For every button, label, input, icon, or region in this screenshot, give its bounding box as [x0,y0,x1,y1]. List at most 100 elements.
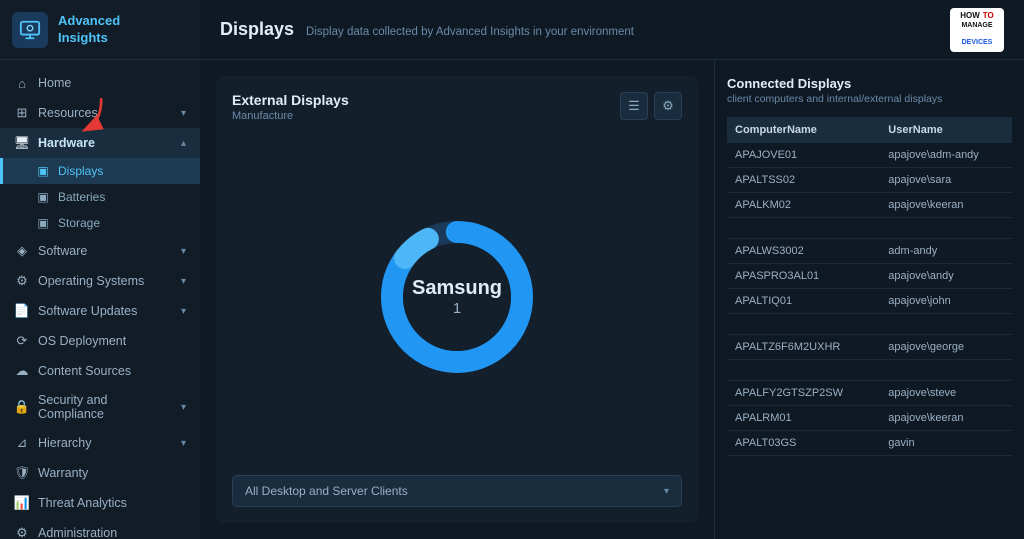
page-title: Displays [220,19,294,40]
sw-updates-icon: 📄 [14,303,30,319]
table-row: APASPRO3AL01apajove\andy [727,264,1012,289]
computer-name-cell: APAJOVE01 [727,143,880,168]
badge-manage: MANAGE [961,22,992,29]
sidebar-item-hardware[interactable]: 🖥 Hardware ▴ [0,128,200,158]
card-title: External Displays [232,92,349,108]
sidebar: Advanced Insights ⌂ Home ⊞ Resources ▾ 🖥… [0,0,200,539]
topbar-right: HOW TO MANAGE DEVICES [950,8,1004,52]
resources-icon: ⊞ [14,105,30,121]
sidebar-item-label: Home [38,76,71,90]
list-icon: ☰ [628,98,640,114]
user-name-cell: apajove\george [880,335,1012,360]
user-name-cell: apajove\adm-andy [880,143,1012,168]
external-displays-card: External Displays Manufacture ☰ ⚙ [216,76,698,523]
col-computer-name: ComputerName [727,117,880,143]
connected-displays-table-container[interactable]: ComputerName UserName APAJOVE01apajove\a… [727,117,1012,523]
sidebar-item-storage[interactable]: ▣ Storage [0,210,200,236]
topbar: Displays Display data collected by Advan… [200,0,1024,60]
col-user-name: UserName [880,117,1012,143]
storage-icon: ▣ [36,216,50,230]
user-name-cell: gavin [880,431,1012,456]
user-name-cell: apajove\keeran [880,406,1012,431]
content-icon: ☁ [14,363,30,379]
content-area: External Displays Manufacture ☰ ⚙ [200,60,1024,539]
settings-button[interactable]: ⚙ [654,92,682,120]
sidebar-item-operating-systems[interactable]: ⚙ Operating Systems ▾ [0,266,200,296]
page-subtitle: Display data collected by Advanced Insig… [306,26,634,38]
badge-devices: DEVICES [962,39,993,46]
chevron-down-icon: ▾ [181,438,186,449]
sidebar-item-resources[interactable]: ⊞ Resources ▾ [0,98,200,128]
client-filter-dropdown[interactable]: All Desktop and Server Clients ▾ [232,475,682,507]
table-row: APALWS3002adm-andy [727,239,1012,264]
batteries-icon: ▣ [36,190,50,204]
table-row: APAJOVE01apajove\adm-andy [727,143,1012,168]
sidebar-item-label: Content Sources [38,364,131,378]
card-actions: ☰ ⚙ [620,92,682,120]
sidebar-item-label: Resources [38,106,98,120]
badge-to: TO [983,11,994,20]
topbar-left: Displays Display data collected by Advan… [220,19,634,40]
sidebar-item-warranty[interactable]: 🛡 Warranty [0,458,200,488]
donut-brand: Samsung [412,277,502,300]
computer-name-cell: APALFY2GTSZP2SW [727,381,880,406]
connected-displays-table: ComputerName UserName APAJOVE01apajove\a… [727,117,1012,456]
table-row: APALFY2GTSZP2SWapajove\steve [727,381,1012,406]
chevron-down-icon: ▾ [181,246,186,257]
sidebar-item-label: Hierarchy [38,436,92,450]
admin-icon: ⚙ [14,525,30,539]
sidebar-item-home[interactable]: ⌂ Home [0,68,200,98]
sidebar-item-content-sources[interactable]: ☁ Content Sources [0,356,200,386]
dropdown-arrow-icon: ▾ [664,486,669,497]
sidebar-item-security[interactable]: 🔒 Security and Compliance ▾ [0,386,200,428]
sidebar-item-administration[interactable]: ⚙ Administration [0,518,200,539]
app-logo-icon [12,12,48,48]
sidebar-item-hierarchy[interactable]: ⊿ Hierarchy ▾ [0,428,200,458]
sidebar-item-label: OS Deployment [38,334,126,348]
sidebar-item-os-deployment[interactable]: ⟳ OS Deployment [0,326,200,356]
table-row: APALRM01apajove\keeran [727,406,1012,431]
user-name-cell: apajove\andy [880,264,1012,289]
chevron-down-icon: ▾ [181,306,186,317]
table-row: APALTZ6F6M2UXHRapajove\george [727,335,1012,360]
sidebar-nav: ⌂ Home ⊞ Resources ▾ 🖥 Hardware ▴ ▣ Disp… [0,60,200,539]
table-row: APALTSS02apajove\sara [727,168,1012,193]
computer-name-cell: APALT03GS [727,431,880,456]
sidebar-item-batteries[interactable]: ▣ Batteries [0,184,200,210]
sidebar-item-label: Security and Compliance [38,393,173,421]
dropdown-label: All Desktop and Server Clients [245,484,408,498]
chart-area: Samsung 1 [232,126,682,467]
computer-name-cell: APALWS3002 [727,239,880,264]
computer-name-cell: APALTIQ01 [727,289,880,314]
user-name-cell: apajove\keeran [880,193,1012,218]
computer-name-cell: APALTSS02 [727,168,880,193]
main-content: Displays Display data collected by Advan… [200,0,1024,539]
sidebar-item-software-updates[interactable]: 📄 Software Updates ▾ [0,296,200,326]
table-row: APALTIQ01apajove\john [727,289,1012,314]
sidebar-item-label: Warranty [38,466,88,480]
computer-name-cell: APASPRO3AL01 [727,264,880,289]
sidebar-item-label: Displays [58,164,103,178]
donut-chart: Samsung 1 [367,207,547,387]
chevron-up-icon: ▴ [181,138,186,149]
computer-name-cell: APALTZ6F6M2UXHR [727,335,880,360]
chevron-down-icon: ▾ [181,108,186,119]
sidebar-item-label: Software [38,244,87,258]
sidebar-item-displays[interactable]: ▣ Displays [0,158,200,184]
sidebar-item-threat-analytics[interactable]: 📊 Threat Analytics [0,488,200,518]
sidebar-item-label: Administration [38,526,117,539]
sidebar-item-software[interactable]: ◈ Software ▾ [0,236,200,266]
connected-displays-title: Connected Displays [727,76,1012,91]
user-name-cell: adm-andy [880,239,1012,264]
gear-icon: ⚙ [662,98,674,114]
user-name-cell: apajove\sara [880,168,1012,193]
chevron-down-icon: ▾ [181,402,186,413]
list-view-button[interactable]: ☰ [620,92,648,120]
sidebar-item-label: Hardware [38,136,95,150]
howto-badge: HOW TO MANAGE DEVICES [950,8,1004,52]
connected-displays-subtitle: client computers and internal/external d… [727,93,1012,105]
software-icon: ◈ [14,243,30,259]
right-panel: Connected Displays client computers and … [714,60,1024,539]
os-deploy-icon: ⟳ [14,333,30,349]
security-icon: 🔒 [14,399,30,415]
